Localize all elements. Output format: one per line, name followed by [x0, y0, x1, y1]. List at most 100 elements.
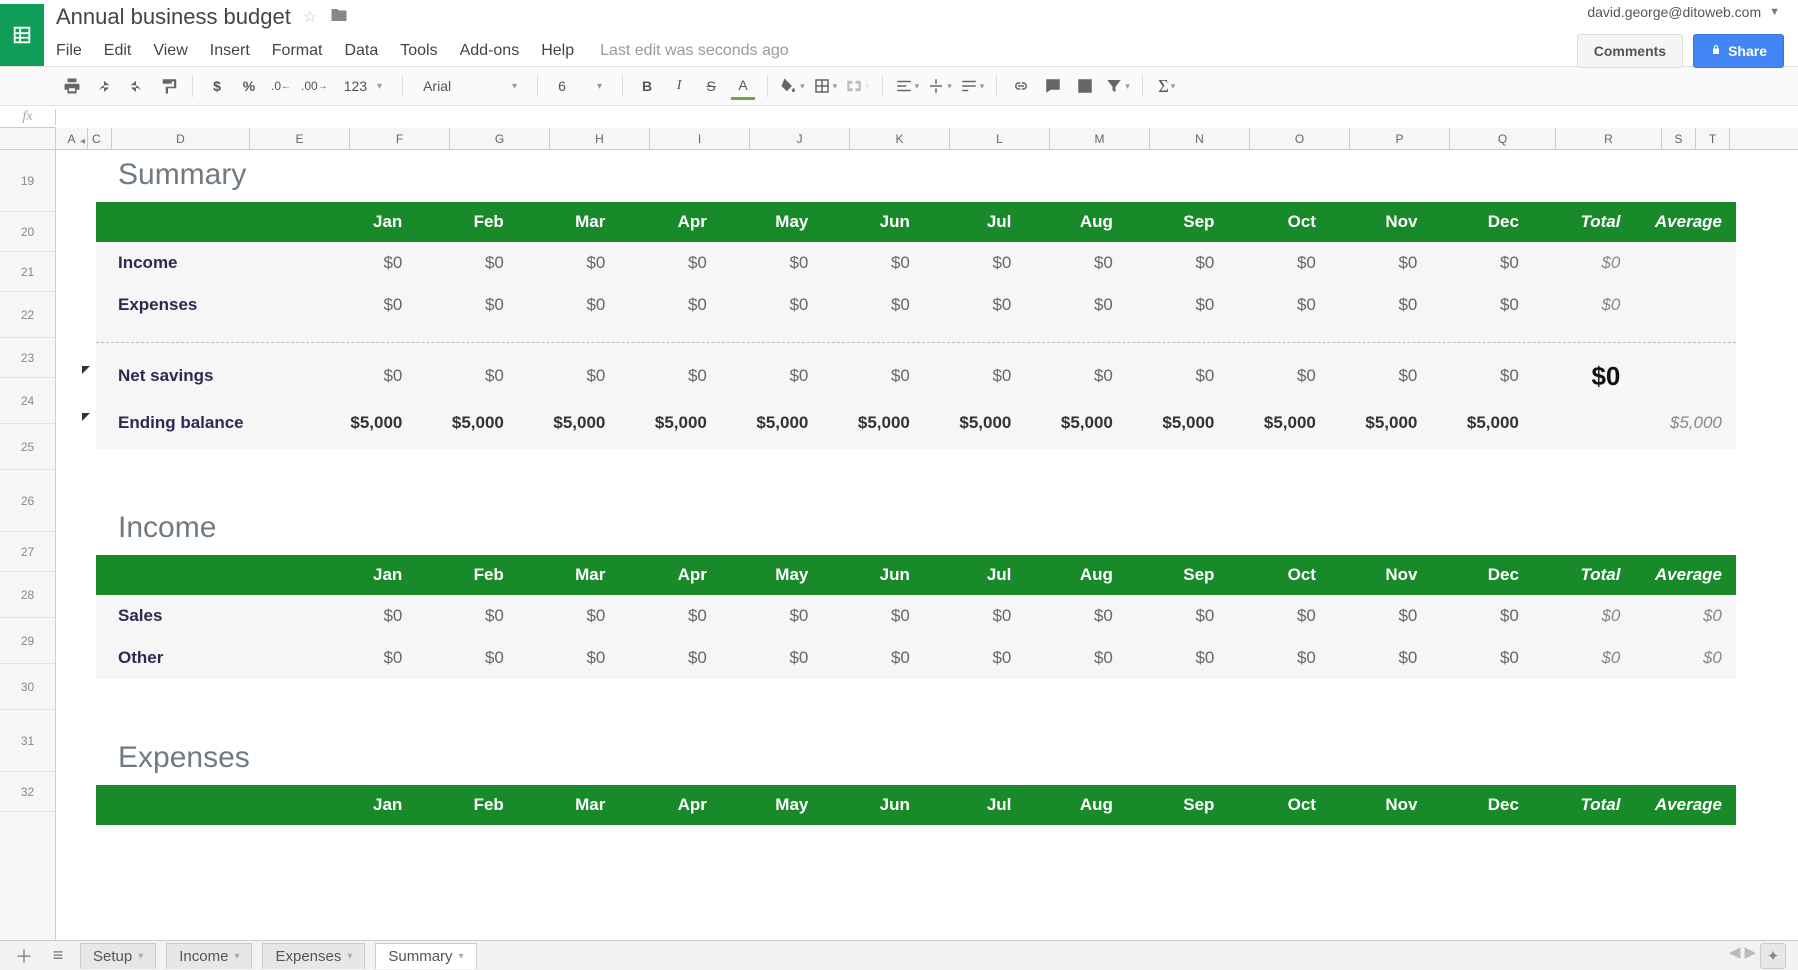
font-family-select[interactable]: Arial▾	[415, 72, 525, 100]
row-header[interactable]: 19	[0, 150, 55, 212]
col-header-o[interactable]: O	[1250, 128, 1350, 149]
last-edit-text: Last edit was seconds ago	[600, 42, 789, 60]
functions-icon[interactable]: Σ▾	[1155, 72, 1179, 100]
toolbar-separator	[1142, 75, 1143, 97]
vertical-align-icon[interactable]: ▾	[927, 72, 952, 100]
horizontal-align-icon[interactable]: ▾	[895, 72, 920, 100]
col-header-e[interactable]: E	[250, 128, 350, 149]
col-header-t[interactable]: T	[1696, 128, 1730, 149]
col-header-j[interactable]: J	[750, 128, 850, 149]
row-header[interactable]: 26	[0, 470, 55, 532]
folder-icon[interactable]	[329, 6, 349, 29]
col-header-p[interactable]: P	[1350, 128, 1450, 149]
summary-income-row[interactable]: Income $0$0$0$0$0$0$0$0$0$0$0$0 $0	[96, 242, 1736, 284]
menu-data[interactable]: Data	[344, 42, 378, 60]
summary-ending-balance-row[interactable]: Ending balance $5,000$5,000$5,000$5,000$…	[96, 397, 1736, 449]
share-label: Share	[1728, 43, 1767, 59]
row-header[interactable]: 22	[0, 292, 55, 338]
toolbar-separator	[537, 75, 538, 97]
col-header-i[interactable]: I	[650, 128, 750, 149]
col-header-n[interactable]: N	[1150, 128, 1250, 149]
comments-button[interactable]: Comments	[1577, 34, 1683, 68]
col-header-c[interactable]: C	[88, 128, 112, 149]
row-header[interactable]: 27	[0, 532, 55, 572]
col-header-s[interactable]: S	[1662, 128, 1696, 149]
account-dropdown-icon[interactable]: ▼	[1769, 6, 1780, 18]
increase-decimal-icon[interactable]: .00→	[301, 72, 328, 100]
strikethrough-icon[interactable]: S	[699, 72, 723, 100]
summary-month-header: JanFebMarAprMayJunJulAugSepOctNovDec Tot…	[96, 202, 1736, 242]
row-header[interactable]: 29	[0, 618, 55, 664]
col-header-q[interactable]: Q	[1450, 128, 1556, 149]
percent-icon[interactable]: %	[237, 72, 261, 100]
font-size-select[interactable]: 6▾	[550, 72, 610, 100]
star-icon[interactable]: ☆	[303, 7, 317, 27]
row-header[interactable]: 32	[0, 772, 55, 812]
menu-insert[interactable]: Insert	[210, 42, 250, 60]
row-header[interactable]: 30	[0, 664, 55, 710]
row-header[interactable]: 24	[0, 378, 55, 424]
print-icon[interactable]	[60, 72, 84, 100]
col-header-a[interactable]: A	[56, 128, 88, 149]
col-header-d[interactable]: D	[112, 128, 250, 149]
tab-setup[interactable]: Setup▾	[80, 943, 156, 969]
tab-scroll-right-icon[interactable]: ▶	[1744, 943, 1756, 969]
menu-file[interactable]: File	[56, 42, 82, 60]
row-header[interactable]: 21	[0, 252, 55, 292]
menu-edit[interactable]: Edit	[104, 42, 132, 60]
decrease-decimal-icon[interactable]: .0←	[269, 72, 293, 100]
all-sheets-button[interactable]: ≡	[46, 945, 70, 966]
insert-link-icon[interactable]	[1009, 72, 1033, 100]
menu-view[interactable]: View	[153, 42, 187, 60]
italic-icon[interactable]: I	[667, 72, 691, 100]
row-header[interactable]: 25	[0, 424, 55, 470]
share-button[interactable]: Share	[1693, 34, 1784, 68]
col-header-h[interactable]: H	[550, 128, 650, 149]
filter-icon[interactable]: ▾	[1105, 72, 1130, 100]
merge-cells-icon[interactable]: ▾	[845, 72, 870, 100]
col-header-k[interactable]: K	[850, 128, 950, 149]
spreadsheet-grid[interactable]: Summary JanFebMarAprMayJunJulAugSepOctNo…	[56, 150, 1798, 940]
paint-format-icon[interactable]	[156, 72, 180, 100]
summary-expenses-row[interactable]: Expenses $0$0$0$0$0$0$0$0$0$0$0$0 $0	[96, 284, 1736, 326]
currency-icon[interactable]: $	[205, 72, 229, 100]
redo-icon[interactable]	[124, 72, 148, 100]
add-sheet-button[interactable]: ＋	[12, 943, 36, 969]
formula-input[interactable]	[56, 106, 1798, 128]
row-header[interactable]: 31	[0, 710, 55, 772]
col-header-r[interactable]: R	[1556, 128, 1662, 149]
row-header[interactable]: 23	[0, 338, 55, 378]
borders-icon[interactable]: ▾	[813, 72, 838, 100]
summary-net-savings-row[interactable]: Net savings $0$0$0$0$0$0$0$0$0$0$0$0 $0	[96, 355, 1736, 397]
sheets-logo[interactable]	[0, 4, 44, 66]
section-title-summary: Summary	[96, 150, 1736, 202]
insert-chart-icon[interactable]	[1073, 72, 1097, 100]
tab-expenses[interactable]: Expenses▾	[262, 943, 365, 969]
col-header-g[interactable]: G	[450, 128, 550, 149]
explore-button[interactable]: ✦	[1760, 943, 1786, 969]
text-color-icon[interactable]: A	[731, 72, 755, 100]
number-format-select[interactable]: 123▾	[336, 72, 390, 100]
menu-help[interactable]: Help	[541, 42, 574, 60]
row-header[interactable]: 20	[0, 212, 55, 252]
tab-scroll-left-icon[interactable]: ◀	[1729, 943, 1741, 969]
select-all-corner[interactable]	[0, 128, 56, 149]
account-email[interactable]: david.george@ditoweb.com	[1587, 4, 1761, 20]
col-header-f[interactable]: F	[350, 128, 450, 149]
income-other-row[interactable]: Other $0$0$0$0$0$0$0$0$0$0$0$0 $0$0	[96, 637, 1736, 679]
undo-icon[interactable]	[92, 72, 116, 100]
doc-title[interactable]: Annual business budget	[56, 4, 291, 30]
menu-format[interactable]: Format	[272, 42, 323, 60]
text-wrap-icon[interactable]: ▾	[960, 72, 985, 100]
tab-summary[interactable]: Summary▾	[375, 943, 476, 969]
fill-color-icon[interactable]: ▾	[780, 72, 805, 100]
row-header[interactable]: 28	[0, 572, 55, 618]
bold-icon[interactable]: B	[635, 72, 659, 100]
col-header-l[interactable]: L	[950, 128, 1050, 149]
col-header-m[interactable]: M	[1050, 128, 1150, 149]
menu-addons[interactable]: Add-ons	[460, 42, 520, 60]
income-sales-row[interactable]: Sales $0$0$0$0$0$0$0$0$0$0$0$0 $0$0	[96, 595, 1736, 637]
menu-tools[interactable]: Tools	[400, 42, 437, 60]
insert-comment-icon[interactable]	[1041, 72, 1065, 100]
tab-income[interactable]: Income▾	[166, 943, 252, 969]
